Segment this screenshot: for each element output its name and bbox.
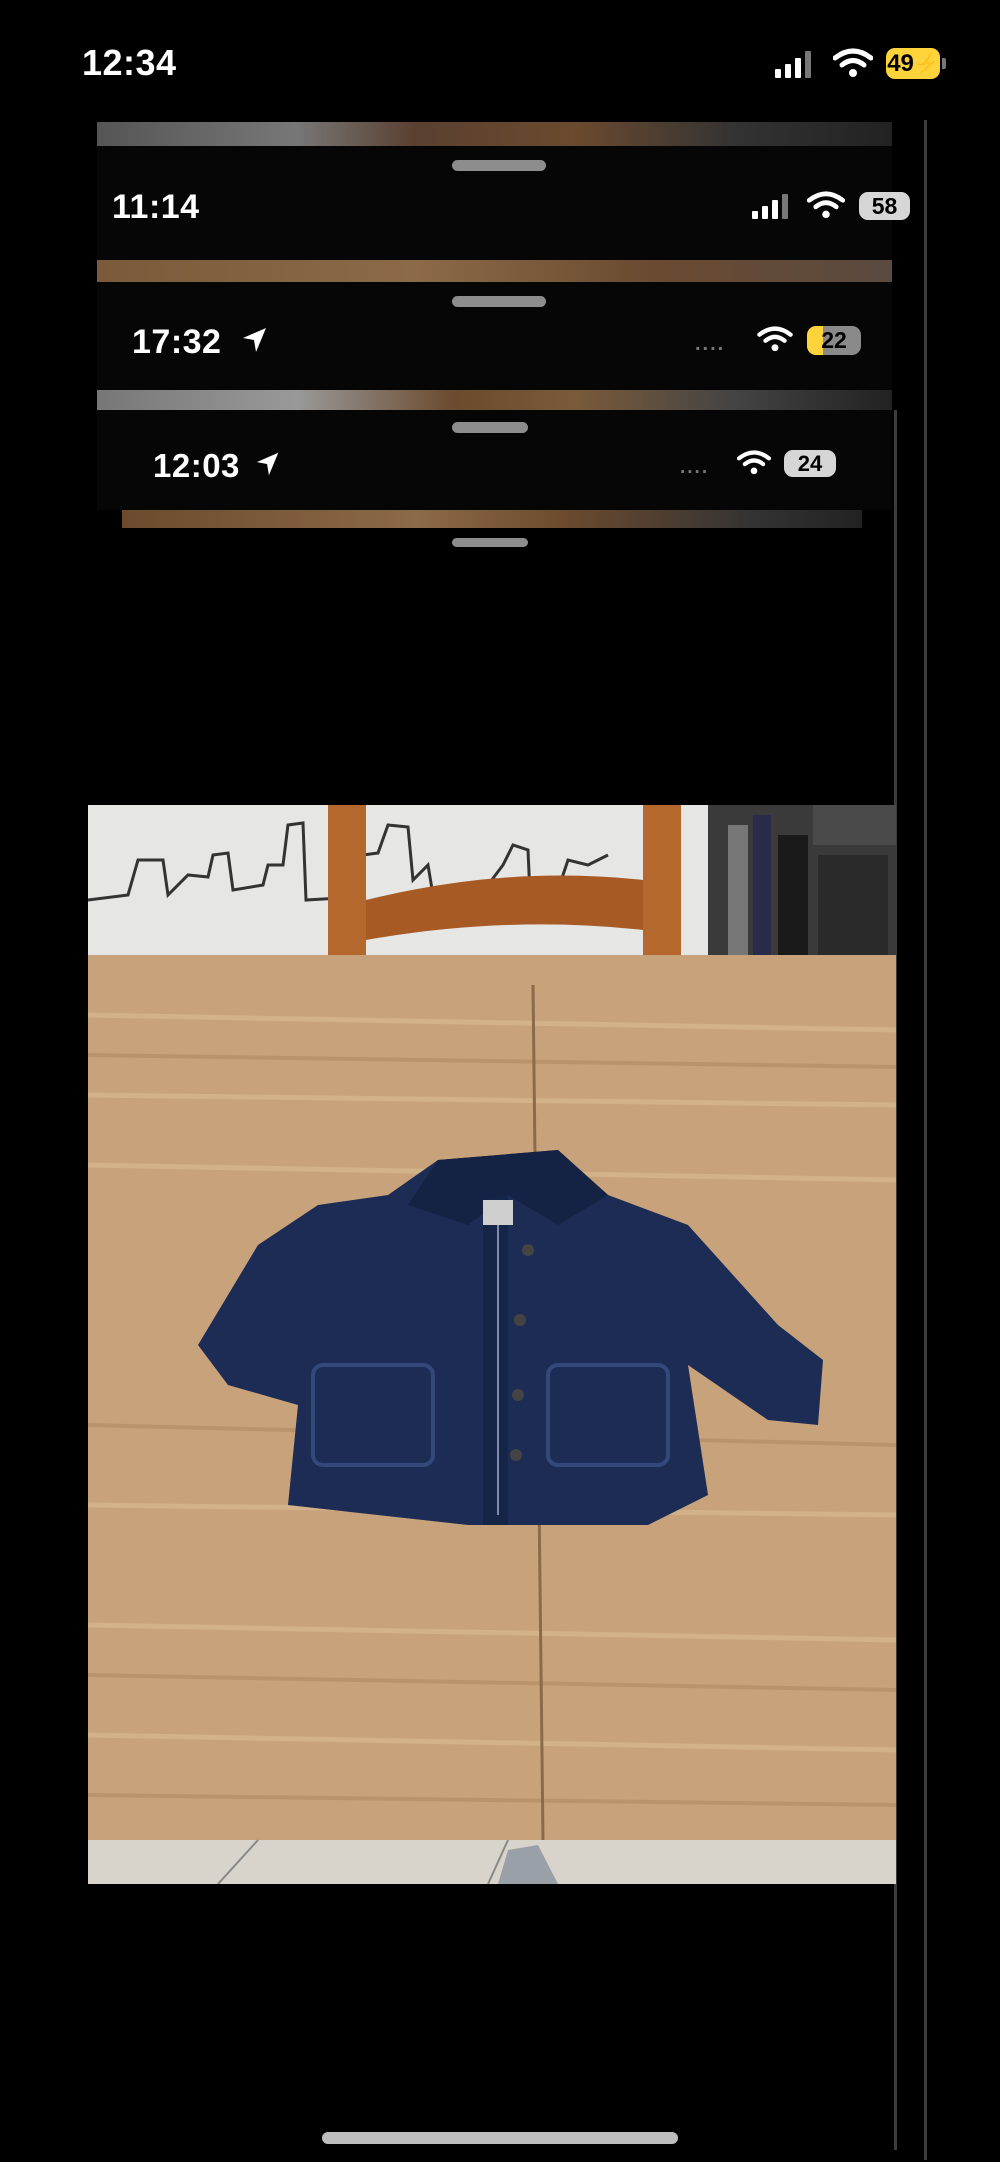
battery-icon: 22 (807, 326, 861, 355)
wifi-icon (737, 450, 771, 475)
card-peek-strip (97, 390, 892, 410)
battery-percent: 58 (871, 192, 898, 219)
card-peek-strip (97, 122, 892, 146)
card-peek-strip (97, 260, 892, 282)
card-peek-strip (122, 510, 862, 528)
card-status-time: 12:03 (153, 447, 240, 484)
card-grabber-handle[interactable] (452, 296, 546, 307)
location-arrow-icon (243, 328, 266, 352)
battery-percent: 49 (887, 49, 914, 77)
main-status-time: 12:34 (82, 42, 177, 83)
battery-icon: 24 (784, 450, 836, 477)
stack-edge-line (924, 120, 927, 2160)
card-status-time: 17:32 (132, 323, 222, 361)
signal-icon (752, 193, 788, 219)
no-signal-dots: .... (695, 333, 726, 355)
card-grabber-handle[interactable] (452, 160, 546, 171)
location-arrow-icon (256, 452, 279, 476)
card-status-time: 11:14 (112, 188, 200, 226)
charging-bolt-icon: ⚡ (913, 53, 939, 75)
product-photo (88, 805, 896, 1884)
signal-icon (775, 50, 811, 78)
wifi-icon (757, 326, 793, 352)
card-grabber-handle[interactable] (452, 538, 528, 547)
battery-icon: 49 ⚡ (886, 48, 946, 79)
battery-percent: 22 (821, 327, 847, 353)
battery-percent: 24 (797, 450, 823, 476)
battery-icon: 58 (859, 192, 910, 220)
wifi-icon (807, 191, 845, 219)
wifi-icon (833, 48, 873, 77)
card-grabber-handle[interactable] (452, 422, 528, 433)
home-indicator[interactable] (322, 2132, 678, 2144)
no-signal-dots: .... (680, 457, 710, 478)
